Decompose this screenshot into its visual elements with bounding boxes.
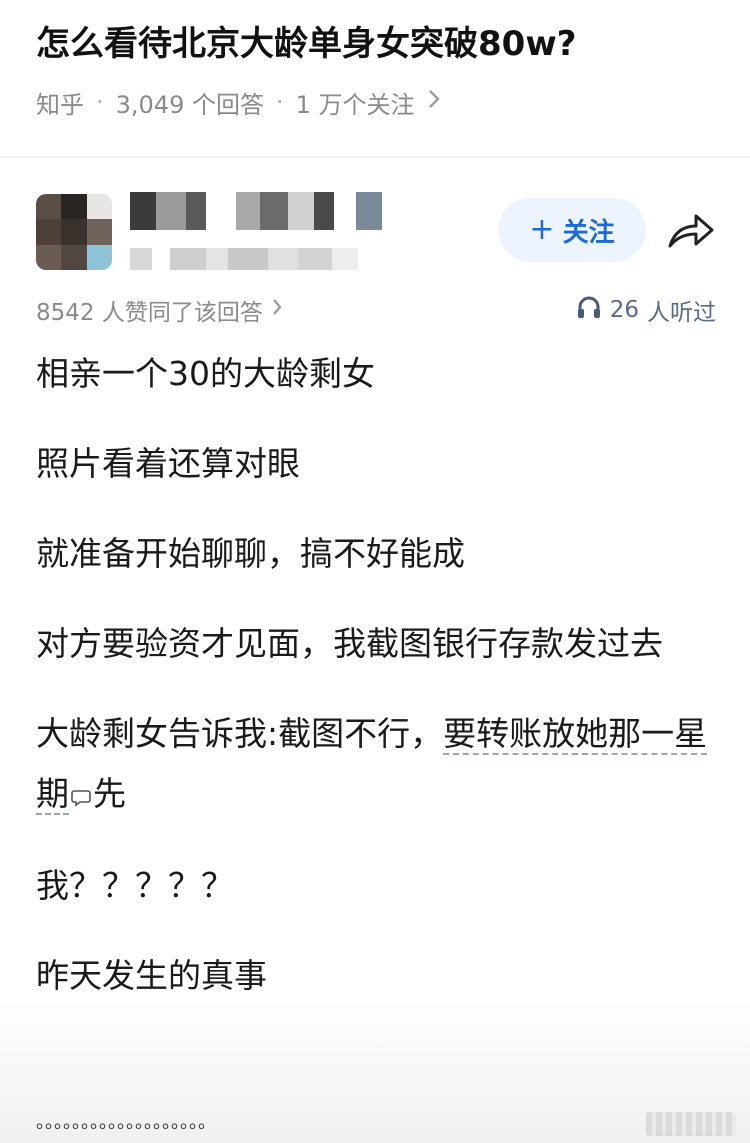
answer-paragraph: 照片看着还算对眼	[36, 444, 300, 483]
question-title[interactable]: 怎么看待北京大龄单身女突破80w?	[36, 20, 726, 68]
headphones-icon	[576, 295, 602, 325]
follow-button[interactable]: + 关注	[498, 198, 646, 262]
share-icon[interactable]	[666, 208, 716, 252]
answer-paragraph: 昨天发生的真事	[36, 955, 267, 995]
listen-label: 人听过	[647, 300, 716, 326]
source-label: 知乎	[36, 90, 84, 119]
answer-body: 相亲一个30的大龄剩女 照片看着还算对眼 就准备开始聊聊，搞不好能成 对方要验资…	[36, 344, 726, 1036]
separator-dot: ·	[275, 88, 284, 116]
separator-dot: ·	[96, 88, 104, 116]
plus-icon: +	[529, 212, 555, 247]
watermark	[646, 1112, 736, 1136]
avatar[interactable]	[36, 194, 112, 270]
chevron-right-icon	[271, 297, 283, 323]
answer-paragraph: 对方要验资才见面，我截图银行存款发过去	[36, 624, 663, 663]
author-bio-blurred	[130, 248, 400, 270]
answer-text: 先	[93, 774, 126, 813]
author-name-blurred[interactable]	[130, 192, 400, 230]
answer-text: 大龄剩女告诉我:截图不行，	[36, 714, 444, 753]
upvote-text: 8542 人赞同了该回答	[36, 300, 263, 326]
listen-number: 26	[609, 297, 639, 323]
ellipsis-dots: 。。。。。。。。。。。。。。。。。。。	[36, 1112, 216, 1133]
follower-count: 1 万个关注	[295, 90, 415, 119]
answer-paragraph: 相亲一个30的大龄剩女	[36, 354, 375, 393]
divider	[0, 156, 750, 158]
follow-label: 关注	[562, 217, 615, 248]
answer-paragraph: 大龄剩女告诉我:截图不行，要转账放她那一星期先	[36, 704, 726, 826]
answer-paragraph: 我？？？？？	[36, 865, 234, 905]
question-meta[interactable]: 知乎 · 3,049 个回答 · 1 万个关注	[36, 84, 441, 120]
listen-count[interactable]: 26 人听过	[576, 292, 716, 328]
chevron-right-icon	[427, 88, 441, 116]
comment-bubble-icon[interactable]	[71, 766, 91, 826]
upvote-summary[interactable]: 8542 人赞同了该回答	[36, 292, 283, 328]
answer-paragraph: 就准备开始聊聊，搞不好能成	[36, 534, 465, 573]
answer-count: 3,049 个回答	[115, 90, 264, 119]
